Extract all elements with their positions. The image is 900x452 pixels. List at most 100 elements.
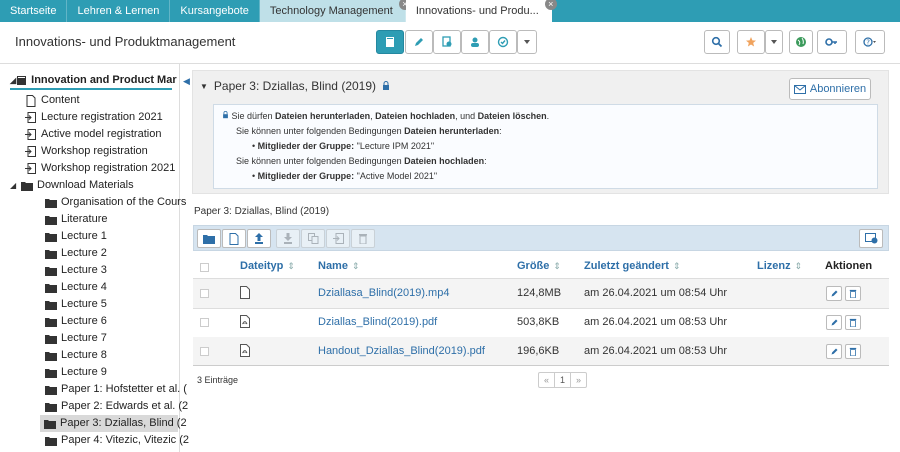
tree-item-label: Workshop registration 2021 xyxy=(41,162,176,174)
sort-icon: ⇕ xyxy=(351,261,360,271)
help-button[interactable]: ? xyxy=(855,30,885,54)
folder-icon xyxy=(44,417,56,430)
user-icon xyxy=(471,37,479,47)
delete-file-button[interactable] xyxy=(845,286,861,301)
folder-literature[interactable]: Literature xyxy=(44,211,107,228)
folder-lecture-7[interactable]: Lecture 7 xyxy=(44,330,107,347)
collapse-triangle-icon[interactable]: ◢ xyxy=(10,177,20,194)
favorites-button[interactable] xyxy=(737,30,765,54)
folder-paper-1[interactable]: Paper 1: Hofstetter et al. ( xyxy=(44,381,187,398)
copy-button[interactable] xyxy=(301,229,325,248)
subscribe-button[interactable]: Abonnieren xyxy=(789,78,871,100)
delete-file-button[interactable] xyxy=(845,315,861,330)
folder-organisation[interactable]: Organisation of the Cours xyxy=(44,194,186,211)
folder-label: Paper 3: Dziallas, Blind (2 xyxy=(60,417,187,429)
header-label: Größe xyxy=(517,260,550,272)
folder-lecture-2[interactable]: Lecture 2 xyxy=(44,245,107,262)
column-header-size[interactable]: Größe ⇕ xyxy=(517,260,561,272)
trash-icon xyxy=(849,289,857,298)
file-name-link[interactable]: Handout_Dziallas_Blind(2019).pdf xyxy=(318,345,485,357)
folder-paper-4[interactable]: Paper 4: Vitezic, Vitezic (2 xyxy=(44,432,189,449)
book-icon xyxy=(16,74,27,87)
lock-icon xyxy=(223,111,228,119)
tree-item-workshop-registration-2021[interactable]: Workshop registration 2021 xyxy=(24,160,175,177)
table-row[interactable]: Handout_Dziallas_Blind(2019).pdf 196,6KB… xyxy=(193,337,889,366)
edit-file-button[interactable] xyxy=(826,286,842,301)
view-content-button[interactable] xyxy=(376,30,404,54)
members-mode-button[interactable] xyxy=(461,30,489,54)
help-icon: ? xyxy=(863,37,876,47)
info-text: "Lecture IPM 2021" xyxy=(354,141,435,151)
edit-file-button[interactable] xyxy=(826,315,842,330)
folder-lecture-3[interactable]: Lecture 3 xyxy=(44,262,107,279)
progress-mode-button[interactable] xyxy=(489,30,517,54)
favorites-dropdown[interactable] xyxy=(765,30,783,54)
folder-lecture-8[interactable]: Lecture 8 xyxy=(44,347,107,364)
language-button[interactable] xyxy=(789,30,813,54)
new-folder-button[interactable] xyxy=(197,229,221,248)
tab-kursangebote[interactable]: Kursangebote xyxy=(170,0,260,22)
top-navigation: Startseite Lehren & Lernen Kursangebote … xyxy=(0,0,900,22)
column-header-type[interactable]: Dateityp ⇕ xyxy=(240,260,295,272)
folder-lecture-6[interactable]: Lecture 6 xyxy=(44,313,107,330)
close-icon[interactable]: × xyxy=(544,0,557,10)
collapse-sidebar-icon[interactable]: ◀ xyxy=(183,76,190,87)
signin-icon xyxy=(24,128,37,141)
tab-lehren-lernen[interactable]: Lehren & Lernen xyxy=(67,0,171,22)
download-icon xyxy=(284,233,292,244)
new-file-button[interactable] xyxy=(222,229,246,248)
pager-page[interactable]: 1 xyxy=(555,373,572,387)
delete-button[interactable] xyxy=(351,229,375,248)
tree-item-workshop-registration[interactable]: Workshop registration xyxy=(24,143,148,160)
column-header-license[interactable]: Lizenz ⇕ xyxy=(757,260,802,272)
move-button[interactable] xyxy=(326,229,350,248)
search-button[interactable] xyxy=(704,30,730,54)
info-text: Sie können unter folgenden Bedingungen xyxy=(236,126,405,136)
column-header-modified[interactable]: Zuletzt geändert ⇕ xyxy=(584,260,681,272)
file-name-link[interactable]: Dziallasa_Blind(2019).mp4 xyxy=(318,287,449,299)
pager-prev[interactable]: « xyxy=(539,373,556,387)
tree-root[interactable]: ◢ Innovation and Product Mar xyxy=(10,73,177,90)
folder-icon xyxy=(44,196,57,209)
folder-lecture-1[interactable]: Lecture 1 xyxy=(44,228,107,245)
download-button[interactable] xyxy=(276,229,300,248)
tree-item-active-model[interactable]: Active model registration xyxy=(24,126,161,143)
row-checkbox[interactable] xyxy=(200,289,209,298)
folder-lecture-9[interactable]: Lecture 9 xyxy=(44,364,107,381)
tree-item-lecture-registration[interactable]: Lecture registration 2021 xyxy=(24,109,163,126)
edit-mode-button[interactable] xyxy=(405,30,433,54)
tab-technology-management[interactable]: Technology Management × xyxy=(259,0,411,22)
pencil-icon xyxy=(831,319,837,326)
upload-button[interactable] xyxy=(247,229,271,248)
row-checkbox[interactable] xyxy=(200,347,209,356)
folder-lecture-5[interactable]: Lecture 5 xyxy=(44,296,107,313)
settings-mode-button[interactable] xyxy=(433,30,461,54)
table-row[interactable]: Dziallas_Blind(2019).pdf 503,8KB am 26.0… xyxy=(193,308,889,337)
tree-item-content[interactable]: Content xyxy=(24,92,80,109)
select-all-checkbox[interactable] xyxy=(200,263,209,272)
sort-icon: ⇕ xyxy=(794,261,803,271)
pager-next[interactable]: » xyxy=(571,373,586,387)
file-name-link[interactable]: Dziallas_Blind(2019).pdf xyxy=(318,316,437,328)
folder-lecture-4[interactable]: Lecture 4 xyxy=(44,279,107,296)
edit-file-button[interactable] xyxy=(826,344,842,359)
tree-item-download-materials[interactable]: ◢ Download Materials xyxy=(10,177,134,194)
tree-root-label: Innovation and Product Mar xyxy=(31,74,177,86)
delete-file-button[interactable] xyxy=(845,344,861,359)
table-row[interactable]: Dziallasa_Blind(2019).mp4 124,8MB am 26.… xyxy=(193,279,889,308)
tab-label: Technology Management xyxy=(269,5,393,17)
tab-startseite[interactable]: Startseite xyxy=(0,0,68,22)
folder-paper-3[interactable]: Paper 3: Dziallas, Blind (2 xyxy=(40,415,187,432)
folder-label: Paper 2: Edwards et al. (2 xyxy=(61,400,189,412)
settings-button[interactable] xyxy=(859,229,883,248)
folder-paper-2[interactable]: Paper 2: Edwards et al. (2 xyxy=(44,398,188,415)
more-modes-button[interactable] xyxy=(517,30,537,54)
page-title: Innovations- und Produktmanagement xyxy=(15,34,236,49)
sort-icon: ⇕ xyxy=(553,261,561,271)
signin-icon xyxy=(24,111,37,124)
row-checkbox[interactable] xyxy=(200,318,209,327)
expand-triangle-icon[interactable]: ▼ xyxy=(200,82,208,91)
tab-innovations[interactable]: Innovations- und Produ... × xyxy=(405,0,557,22)
column-header-name[interactable]: Name ⇕ xyxy=(318,260,360,272)
tools-button[interactable] xyxy=(817,30,847,54)
